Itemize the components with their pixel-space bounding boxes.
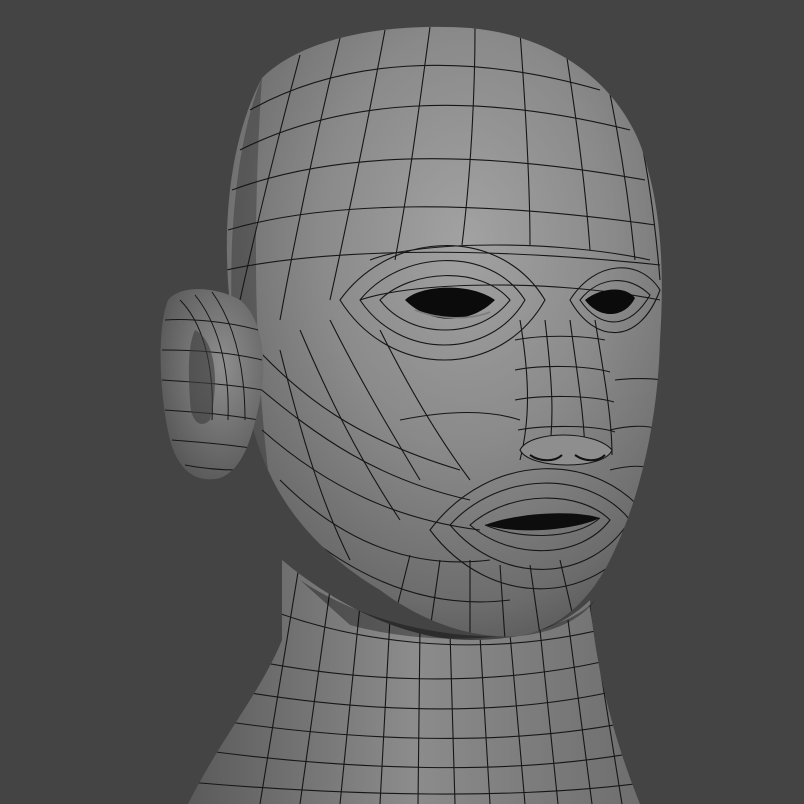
- head-mesh: [226, 26, 662, 637]
- ear-mesh: [160, 289, 264, 480]
- 3d-viewport[interactable]: [0, 0, 804, 804]
- head-render: [160, 26, 662, 804]
